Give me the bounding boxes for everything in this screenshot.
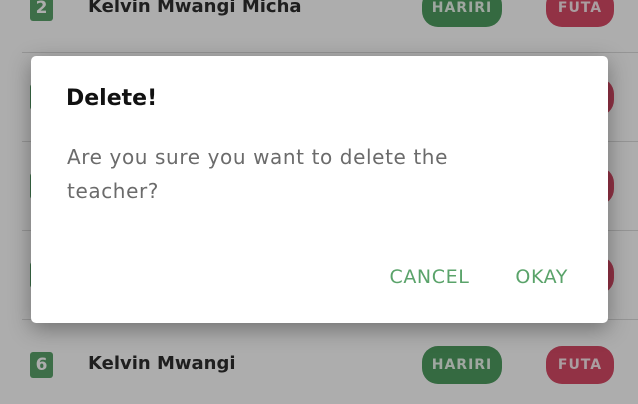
delete-confirm-dialog: Delete! Are you sure you want to delete … <box>31 56 608 323</box>
okay-button[interactable]: OKAY <box>515 266 568 288</box>
dialog-actions: CANCEL OKAY <box>389 266 568 288</box>
dialog-title: Delete! <box>66 86 158 111</box>
dialog-message: Are you sure you want to delete the teac… <box>67 145 448 203</box>
screen: 2 Kelvin Mwangi Micha HARIRI FUTA 3 4 5 … <box>0 0 638 404</box>
cancel-button[interactable]: CANCEL <box>389 266 469 288</box>
